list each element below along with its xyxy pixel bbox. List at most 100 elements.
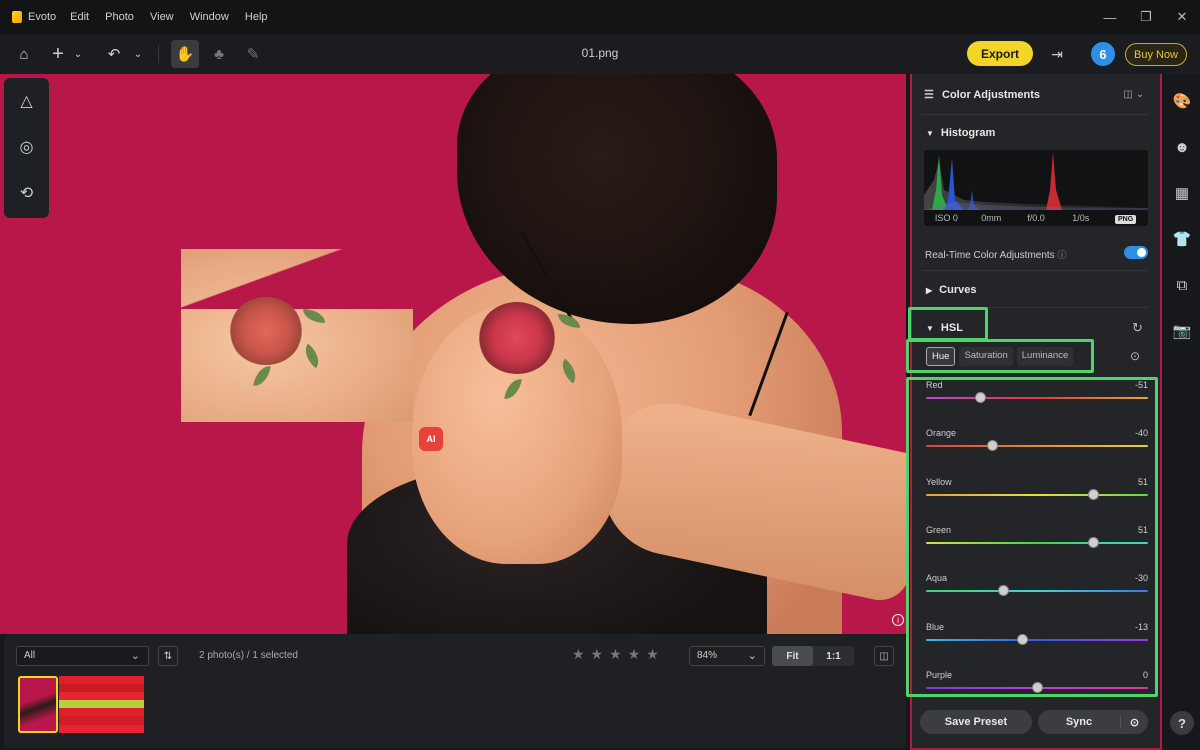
app-name: Evoto <box>28 11 57 23</box>
menu-view[interactable]: View <box>150 11 174 23</box>
sync-button[interactable]: Sync <box>1038 716 1120 728</box>
module-rail: 🎨 ☻ ▦ 👕 ⧉ 📷 <box>1164 74 1200 750</box>
color-picker-icon[interactable]: ⊙ <box>1130 349 1140 363</box>
format-tag: PNG <box>1115 215 1137 224</box>
camera-icon[interactable]: 📷 <box>1164 308 1200 354</box>
main-toolbar: ⌂ + ⌄ ↶ ⌄ ✋ ♣ ✎ 01.png Export ⇥ 6 Buy No… <box>0 34 1200 74</box>
face-icon[interactable]: ☻ <box>1164 124 1200 170</box>
aperture-value: f/0.0 <box>1027 213 1045 223</box>
panel-divider <box>922 270 1148 271</box>
histogram-chart: ISO 0 0mm f/0.0 1/0s PNG <box>924 150 1148 226</box>
app-window: Evoto Edit Photo View Window Help — ❐ ✕ … <box>0 0 1200 750</box>
panel-title: Color Adjustments <box>942 89 1040 101</box>
crop-icon[interactable]: ⧉ <box>1164 262 1200 308</box>
sync-button-group: Sync ⊙ <box>1038 710 1148 734</box>
left-tool-palette: △ ◎ ⟲ <box>4 78 49 218</box>
share-icon[interactable]: ⇥ <box>1046 43 1068 65</box>
one-to-one-button[interactable]: 1:1 <box>813 646 854 666</box>
panel-layout-icon[interactable]: ◫ ⌄ <box>1123 89 1144 100</box>
mask-tool-icon[interactable]: ◎ <box>4 124 49 170</box>
clothing-icon[interactable]: 👕 <box>1164 216 1200 262</box>
menu-photo[interactable]: Photo <box>105 11 134 23</box>
title-bar: Evoto Edit Photo View Window Help — ❐ ✕ <box>0 0 1200 34</box>
panel-divider <box>922 114 1148 115</box>
sync-settings-icon[interactable]: ⊙ <box>1120 715 1148 729</box>
highlight-box-hsl-sliders <box>906 377 1158 697</box>
close-button[interactable]: ✕ <box>1164 9 1200 25</box>
chevron-down-icon: ⌄ <box>130 650 140 662</box>
evoto-logo-icon <box>12 11 22 23</box>
histogram-title: Histogram <box>940 127 996 139</box>
inset-leaf <box>253 363 271 389</box>
bandage-tool-icon[interactable]: ✎ <box>239 40 267 68</box>
file-name: 01.png <box>581 46 619 60</box>
filter-dropdown[interactable]: All ⌄ <box>16 646 149 666</box>
restore-button[interactable]: ❐ <box>1128 9 1164 25</box>
histogram-header[interactable]: ▼ Histogram <box>926 127 995 139</box>
zoom-value: 84% <box>697 650 718 661</box>
buy-now-button[interactable]: Buy Now <box>1125 43 1187 66</box>
realtime-text: Real-Time Color Adjustments <box>925 250 1055 261</box>
sliders-icon: ☰ <box>924 89 934 101</box>
help-icon[interactable]: ? <box>1170 711 1194 735</box>
menu-window[interactable]: Window <box>190 11 229 23</box>
realtime-label: Real-Time Color Adjustments ⓘ <box>925 248 1066 261</box>
filmstrip-bar: All ⌄ ⇅ 2 photo(s) / 1 selected ★★★★★ 84… <box>4 634 906 748</box>
history-icon[interactable]: ⟲ <box>4 170 49 216</box>
filter-value: All <box>24 650 36 661</box>
ai-badge[interactable]: AI <box>419 427 443 451</box>
highlight-box-hsl-tabs <box>906 339 1094 373</box>
zoom-dropdown[interactable]: 84% ⌄ <box>689 646 765 666</box>
hand-tool-icon[interactable]: ✋ <box>171 40 199 68</box>
home-icon[interactable]: ⌂ <box>10 40 38 68</box>
thumbnail-strip[interactable] <box>59 676 144 733</box>
window-controls: — ❐ ✕ <box>1092 0 1200 34</box>
camera-metadata: ISO 0 0mm f/0.0 1/0s PNG <box>924 210 1148 226</box>
color-palette-icon[interactable]: 🎨 <box>1164 78 1200 124</box>
reset-icon[interactable]: ↻ <box>1132 320 1143 336</box>
photo-canvas[interactable]: AI i <box>0 74 906 634</box>
notification-badge[interactable]: 6 <box>1091 42 1115 66</box>
focal-length: 0mm <box>981 213 1002 223</box>
auto-enhance-icon[interactable]: △ <box>4 78 49 124</box>
photo-thumbnail[interactable] <box>18 676 58 733</box>
curves-title: Curves <box>939 284 977 296</box>
menu-help[interactable]: Help <box>245 11 268 23</box>
histogram-graph <box>924 152 1148 210</box>
format-badge: PNG <box>1103 213 1148 224</box>
toolbar-divider <box>158 45 159 63</box>
curves-header[interactable]: ▶ Curves <box>926 284 976 296</box>
menu-bar: Edit Photo View Window Help <box>70 11 280 23</box>
inset-leaf <box>299 343 325 369</box>
compare-view-icon[interactable]: ◫ <box>874 646 894 666</box>
rating-stars[interactable]: ★★★★★ <box>572 646 665 663</box>
brush-tool-icon[interactable]: ♣ <box>205 40 233 68</box>
inset-rose-tattoo <box>229 297 303 365</box>
background-icon[interactable]: ▦ <box>1164 170 1200 216</box>
minimize-button[interactable]: — <box>1092 10 1128 25</box>
fit-button[interactable]: Fit <box>772 646 813 666</box>
before-inset-preview <box>181 249 413 422</box>
export-button[interactable]: Export <box>967 41 1033 66</box>
chevron-down-icon[interactable]: ⌄ <box>124 40 152 68</box>
iso-value: ISO 0 <box>934 213 958 223</box>
save-preset-button[interactable]: Save Preset <box>920 710 1032 734</box>
panel-header: ☰ Color Adjustments <box>924 88 1148 101</box>
realtime-toggle[interactable] <box>1124 246 1148 259</box>
info-icon[interactable]: ⓘ <box>1057 250 1066 260</box>
highlight-box-hsl-title <box>908 307 988 341</box>
caret-down-icon: ▼ <box>926 129 934 138</box>
adjustments-panel: ☰ Color Adjustments ◫ ⌄ ▼ Histogram ISO … <box>906 74 1162 750</box>
inset-leaf <box>303 309 325 323</box>
menu-edit[interactable]: Edit <box>70 11 89 23</box>
info-icon[interactable]: i <box>892 614 904 626</box>
shutter-value: 1/0s <box>1072 213 1090 223</box>
photo-count: 2 photo(s) / 1 selected <box>199 650 298 661</box>
fit-toggle-group: Fit 1:1 <box>772 646 854 666</box>
sort-icon[interactable]: ⇅ <box>158 646 178 666</box>
panel-actions: Save Preset Sync ⊙ <box>920 710 1148 734</box>
chevron-down-icon: ⌄ <box>747 650 757 662</box>
caret-right-icon: ▶ <box>926 286 933 295</box>
chevron-down-icon[interactable]: ⌄ <box>64 40 92 68</box>
photo-rose-tattoo <box>478 302 556 374</box>
